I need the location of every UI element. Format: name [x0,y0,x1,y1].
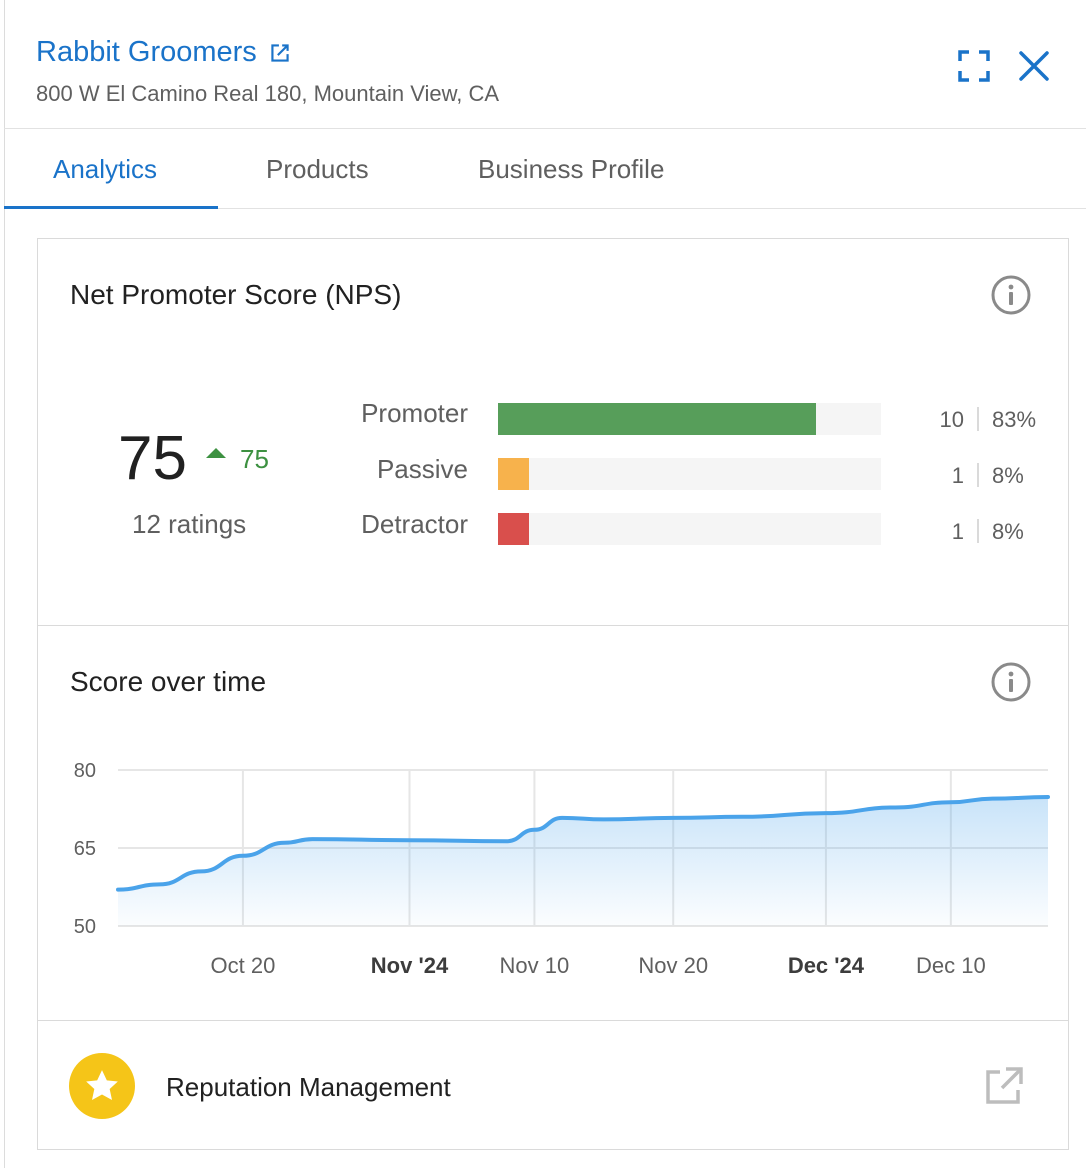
trend-up-icon [206,448,226,458]
nps-bar-fill [498,458,529,490]
nps-ratings-count: 12 ratings [132,509,247,539]
nps-row-label: Passive [376,454,468,484]
nps-info-icon[interactable] [990,274,1032,316]
x-tick-label: Dec '24 [788,953,865,978]
nps-row-count: 1 [951,519,964,544]
nps-row-count: 1 [951,463,964,488]
nps-row-percent: 8% [992,463,1024,488]
y-tick-label: 50 [74,916,96,938]
nps-score: 75 [118,424,187,493]
open-in-new-icon[interactable] [984,1066,1024,1106]
score-over-time-title: Score over time [70,666,267,697]
section-divider [38,1020,1068,1021]
external-link-icon[interactable] [267,40,293,66]
x-tick-label: Nov 10 [500,953,570,978]
x-tick-label: Dec 10 [916,953,986,978]
x-tick-label: Nov 20 [638,953,708,978]
reputation-badge [69,1053,135,1119]
x-tick-label: Oct 20 [211,953,276,978]
section-divider [38,625,1068,626]
nps-row-label: Promoter [361,398,468,428]
tab-business-profile[interactable]: Business Profile [478,154,664,185]
nps-row-label: Detractor [361,509,468,539]
y-tick-label: 65 [74,838,96,860]
tab-products[interactable]: Products [266,154,369,185]
nps-bar-fill [498,513,529,545]
score-info-icon[interactable] [990,661,1032,703]
nps-bar-fill [498,403,816,435]
score-area [118,797,1048,926]
nps-row-percent: 8% [992,519,1024,544]
header-divider [4,128,1086,129]
business-title-link[interactable]: Rabbit Groomers [36,36,293,69]
tab-analytics[interactable]: Analytics [53,154,157,185]
nps-title: Net Promoter Score (NPS) [70,279,402,310]
nps-bar-track [498,403,881,435]
nps-row-divider [977,519,979,543]
star-icon [86,1070,118,1100]
expand-icon[interactable] [958,50,990,82]
nps-bar-track [498,513,881,545]
reputation-management-link[interactable]: Reputation Management [166,1072,451,1103]
nps-row-percent: 83% [992,407,1037,432]
y-tick-label: 80 [74,760,96,782]
nps-delta: 75 [240,444,269,474]
score-chart: 80 65 50 Oct 20 Nov '24 Nov 10 Nov 20 Dec '24 De… [74,760,1050,978]
x-tick-label: Nov '24 [371,953,449,978]
close-icon[interactable] [1016,48,1052,84]
nps-row-count: 10 [939,407,964,432]
business-title[interactable]: Rabbit Groomers [36,36,257,69]
nps-bar-track [498,458,881,490]
nps-row-divider [977,407,979,431]
nps-row-divider [977,463,979,487]
business-address: 800 W El Camino Real 180, Mountain View,… [36,81,500,106]
active-tab-indicator [4,206,218,209]
